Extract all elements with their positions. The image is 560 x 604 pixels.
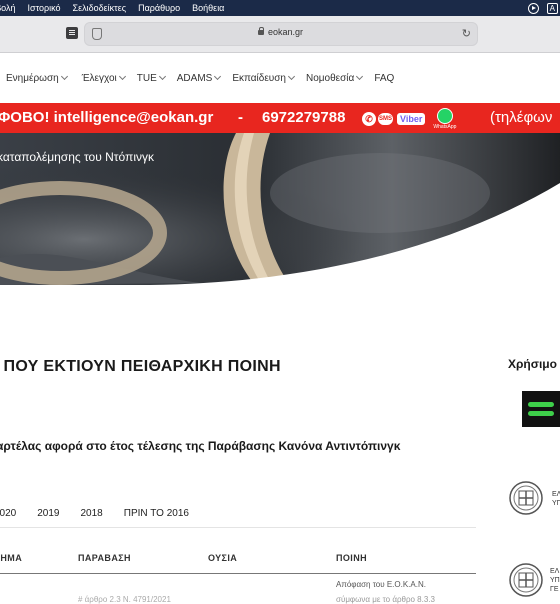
reload-icon[interactable]: ↻ bbox=[462, 27, 471, 40]
nav-item-news[interactable]: Ενημέρωση bbox=[6, 72, 68, 84]
year-tab-2018[interactable]: 2018 bbox=[81, 508, 103, 519]
media-play-icon[interactable] bbox=[527, 2, 539, 14]
sidebar-title: Χρήσιμο bbox=[508, 357, 557, 371]
year-tab-before-2016[interactable]: ΠΡΙΝ ΤΟ 2016 bbox=[124, 508, 189, 519]
year-tab-2019[interactable]: 2019 bbox=[37, 508, 59, 519]
table-header-divider bbox=[0, 573, 476, 574]
divider bbox=[0, 527, 476, 528]
chevron-down-icon bbox=[356, 72, 364, 81]
nav-item-label: ADAMS bbox=[176, 72, 213, 84]
whatsapp-logo bbox=[436, 108, 453, 124]
menu-item-window[interactable]: Παράθυρο bbox=[132, 3, 186, 13]
sms-icon[interactable]: SMS bbox=[378, 113, 393, 125]
chevron-down-icon bbox=[60, 72, 68, 81]
table-header-violation: ΠΑΡΑΒΑΣΗ bbox=[78, 553, 131, 563]
nav-item-adams[interactable]: ADAMS bbox=[176, 72, 222, 84]
chevron-down-icon bbox=[158, 72, 166, 81]
whatsapp-icon[interactable]: WhatsApp bbox=[433, 108, 456, 130]
nav-item-label: Νομοθεσία bbox=[306, 72, 355, 84]
viber-icon[interactable]: Viber bbox=[397, 113, 426, 125]
banner-separator: - bbox=[238, 109, 243, 126]
nav-item-controls[interactable]: Έλεγχοι bbox=[81, 72, 126, 84]
page-title: Ι ΠΟΥ ΕΚΤΙΟΥΝ ΠΕΙΘΑΡΧΙΚΗ ΠΟΙΝΗ bbox=[0, 358, 281, 375]
privacy-shield-icon[interactable] bbox=[92, 28, 102, 40]
table-header-sport: ΛΗΜΑ bbox=[0, 553, 23, 563]
table-header-penalty: ΠΟΙΝΗ bbox=[336, 553, 367, 563]
nav-item-label: Ενημέρωση bbox=[6, 72, 59, 84]
contact-banner: ΦΟΒΟ! intelligence@eokan.gr - 6972279788… bbox=[0, 103, 560, 133]
sidebar-toggle-icon[interactable] bbox=[66, 27, 78, 39]
nav-item-legislation[interactable]: Νομοθεσία bbox=[306, 72, 364, 84]
greek-state-seal-icon[interactable] bbox=[508, 480, 544, 516]
menu-item-bookmarks[interactable]: Σελιδοδείκτες bbox=[67, 3, 133, 13]
partner-logo-green[interactable] bbox=[522, 391, 560, 427]
greek-state-seal-icon[interactable] bbox=[508, 562, 544, 598]
nav-item-faq[interactable]: FAQ bbox=[374, 73, 394, 84]
menu-item-view[interactable]: βολή bbox=[0, 3, 22, 13]
phone-icon[interactable]: ✆ bbox=[362, 112, 376, 126]
page-subtitle: αρτέλας αφορά στο έτος τέλεσης της Παράβ… bbox=[0, 439, 401, 453]
input-source-badge[interactable]: A bbox=[546, 2, 558, 14]
url-text[interactable]: eokan.gr bbox=[268, 27, 303, 37]
nav-item-tue[interactable]: TUE bbox=[136, 72, 166, 84]
banner-phone[interactable]: 6972279788 bbox=[262, 109, 345, 126]
chevron-down-icon bbox=[118, 72, 126, 81]
year-tabs: 2020 2019 2018 ΠΡΙΝ ΤΟ 2016 bbox=[0, 508, 210, 519]
menu-item-help[interactable]: Βοήθεια bbox=[186, 3, 230, 13]
system-menubar: βολή Ιστορικό Σελιδοδείκτες Παράθυρο Βοή… bbox=[0, 0, 560, 16]
table-header-substance: ΟΥΣΙΑ bbox=[208, 553, 238, 563]
table-cell-penalty: Απόφαση του Ε.Ο.Κ.Α.Ν. bbox=[336, 580, 426, 589]
sidebar-seal-text: ΕΛ ΥΠ bbox=[552, 491, 560, 507]
nav-item-label: Εκπαίδευση bbox=[232, 72, 286, 84]
sidebar-seal-text: ΕΛ ΥΠ ΓΕ bbox=[550, 568, 560, 593]
address-bar[interactable]: eokan.gr ↻ bbox=[84, 22, 478, 46]
hero-caption: καταπολέμησης του Ντόπινγκ bbox=[0, 150, 154, 164]
chevron-down-icon bbox=[287, 72, 296, 81]
year-tab-2020[interactable]: 2020 bbox=[0, 508, 16, 519]
nav-item-label: FAQ bbox=[374, 72, 395, 84]
hero-image: καταπολέμησης του Ντόπινγκ bbox=[0, 133, 560, 285]
nav-item-label: Έλεγχοι bbox=[81, 72, 117, 84]
nav-item-education[interactable]: Εκπαίδευση bbox=[232, 72, 296, 84]
site-navigation: Ενημέρωση Έλεγχοι TUE ADAMS Εκπαίδευση Ν… bbox=[0, 53, 560, 103]
banner-email-text[interactable]: ΦΟΒΟ! intelligence@eokan.gr bbox=[0, 109, 213, 126]
browser-toolbar: eokan.gr ↻ bbox=[0, 16, 560, 53]
menu-item-history[interactable]: Ιστορικό bbox=[22, 3, 67, 13]
whatsapp-label: WhatsApp bbox=[433, 124, 457, 130]
banner-tel-text: (τηλέφων bbox=[490, 109, 553, 126]
nav-item-label: TUE bbox=[136, 72, 157, 84]
chevron-down-icon bbox=[214, 72, 222, 81]
lock-icon bbox=[258, 27, 264, 35]
